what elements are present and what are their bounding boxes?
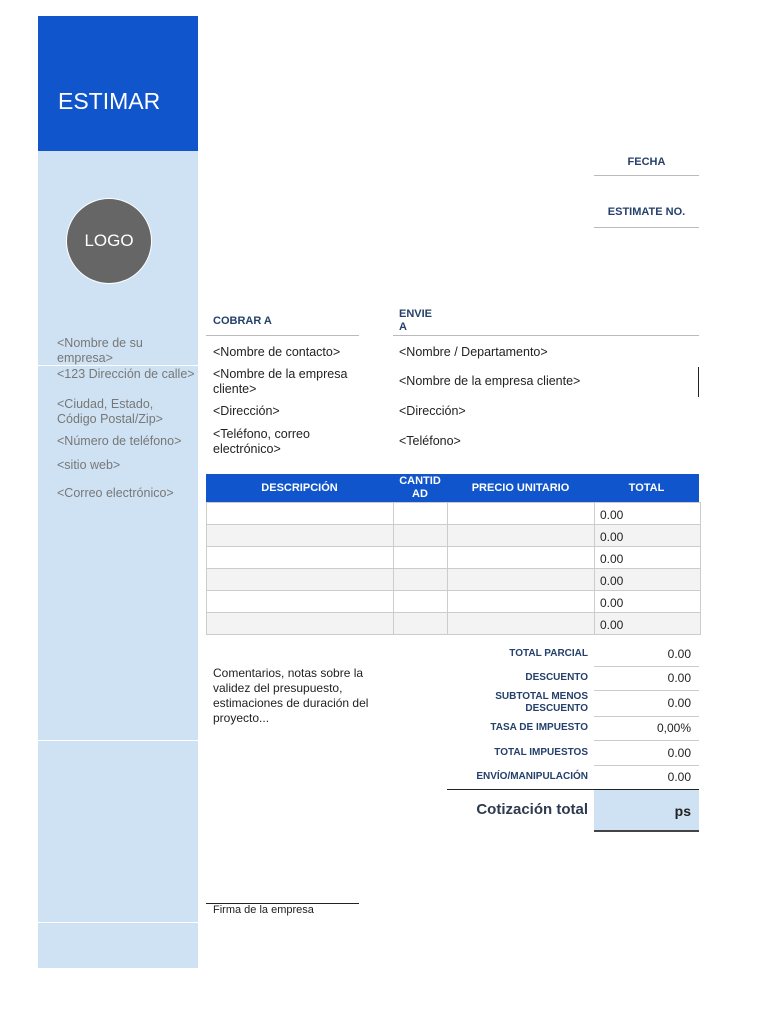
company-website: <sitio web> <box>57 458 121 472</box>
date-field[interactable] <box>594 175 699 176</box>
divider <box>594 666 699 667</box>
unit-price-cell[interactable] <box>447 524 595 547</box>
line-items: 0.00 0.00 0.00 0.00 0.00 0.00 <box>206 502 701 635</box>
summary-label: SUBTOTAL MENOS DESCUENTO <box>495 691 588 714</box>
summary-label: TOTAL PARCIAL <box>509 648 588 659</box>
total-cell[interactable]: 0.00 <box>594 568 701 591</box>
bill-phone: <Teléfono, correo electrónico> <box>213 427 310 456</box>
document-title: ESTIMAR <box>58 88 161 114</box>
description-cell[interactable] <box>206 502 394 525</box>
divider <box>594 716 699 717</box>
description-cell[interactable] <box>206 546 394 569</box>
sidebar-header <box>38 16 198 151</box>
estimate-no-field[interactable] <box>594 227 699 228</box>
ship-phone: <Teléfono> <box>399 434 461 448</box>
company-name: <Nombre de su empresa> <box>57 336 143 365</box>
table-row: 0.00 <box>206 546 701 569</box>
divider <box>594 690 699 691</box>
estimate-no-label: ESTIMATE NO. <box>607 206 686 218</box>
description-cell[interactable] <box>206 568 394 591</box>
signature-label: Firma de la empresa <box>213 904 314 916</box>
text-cursor <box>698 367 699 397</box>
total-cell[interactable]: 0.00 <box>594 524 701 547</box>
unit-price-cell[interactable] <box>447 568 595 591</box>
logo-placeholder: LOGO <box>66 198 152 284</box>
quantity-cell[interactable] <box>393 568 448 591</box>
unit-price-cell[interactable] <box>447 502 595 525</box>
table-row: 0.00 <box>206 524 701 547</box>
total-cell[interactable]: 0.00 <box>594 502 701 525</box>
summary-value[interactable]: 0.00 <box>594 746 691 760</box>
table-row: 0.00 <box>206 502 701 525</box>
col-total: TOTAL <box>594 474 699 502</box>
ship-company: <Nombre de la empresa cliente> <box>399 374 581 388</box>
bill-contact: <Nombre de contacto> <box>213 345 341 359</box>
summary-value[interactable]: 0.00 <box>594 647 691 661</box>
divider <box>38 740 198 741</box>
company-street: <123 Dirección de calle> <box>57 367 195 381</box>
summary-label: TOTAL IMPUESTOS <box>494 746 588 758</box>
col-unit-price: PRECIO UNITARIO <box>447 474 594 502</box>
date-label: FECHA <box>627 156 666 168</box>
summary-value[interactable]: 0.00 <box>594 696 691 710</box>
divider <box>38 922 198 923</box>
company-email: <Correo electrónico> <box>57 486 174 500</box>
grand-total-label: Cotización total <box>476 801 588 818</box>
grand-total-value: ps <box>674 803 691 819</box>
description-cell[interactable] <box>206 612 394 635</box>
summary-value[interactable]: 0,00% <box>594 721 691 735</box>
summary-label: ENVÍO/MANIPULACIÓN <box>476 771 588 782</box>
summary-value[interactable]: 0.00 <box>594 671 691 685</box>
divider <box>393 335 699 336</box>
quantity-cell[interactable] <box>393 524 448 547</box>
ship-address: <Dirección> <box>399 404 466 418</box>
total-cell[interactable]: 0.00 <box>594 612 701 635</box>
summary-value[interactable]: 0.00 <box>594 770 691 784</box>
divider <box>594 830 699 832</box>
total-cell[interactable]: 0.00 <box>594 590 701 613</box>
company-city: <Ciudad, Estado, Código Postal/Zip> <box>57 397 163 426</box>
ship-to-label: ENVIE A <box>399 308 433 333</box>
unit-price-cell[interactable] <box>447 590 595 613</box>
notes[interactable]: Comentarios, notas sobre la validez del … <box>213 666 373 726</box>
divider <box>594 740 699 741</box>
table-row: 0.00 <box>206 568 701 591</box>
total-cell[interactable]: 0.00 <box>594 546 701 569</box>
ship-name: <Nombre / Departamento> <box>399 345 548 359</box>
bill-to-label: COBRAR A <box>213 315 272 327</box>
quantity-cell[interactable] <box>393 546 448 569</box>
summary-label: TASA DE IMPUESTO <box>490 722 588 733</box>
unit-price-cell[interactable] <box>447 612 595 635</box>
summary-label: DESCUENTO <box>525 672 588 683</box>
unit-price-cell[interactable] <box>447 546 595 569</box>
table-row: 0.00 <box>206 590 701 613</box>
description-cell[interactable] <box>206 590 394 613</box>
quantity-cell[interactable] <box>393 612 448 635</box>
bill-company: <Nombre de la empresa cliente> <box>213 367 348 396</box>
table-row: 0.00 <box>206 612 701 635</box>
divider <box>594 765 699 766</box>
description-cell[interactable] <box>206 524 394 547</box>
quantity-cell[interactable] <box>393 590 448 613</box>
quantity-cell[interactable] <box>393 502 448 525</box>
company-phone: <Número de teléfono> <box>57 434 182 448</box>
col-quantity: CANTIDAD <box>393 474 447 502</box>
divider <box>206 335 359 336</box>
col-description: DESCRIPCIÓN <box>206 474 393 502</box>
bill-address: <Dirección> <box>213 404 280 418</box>
